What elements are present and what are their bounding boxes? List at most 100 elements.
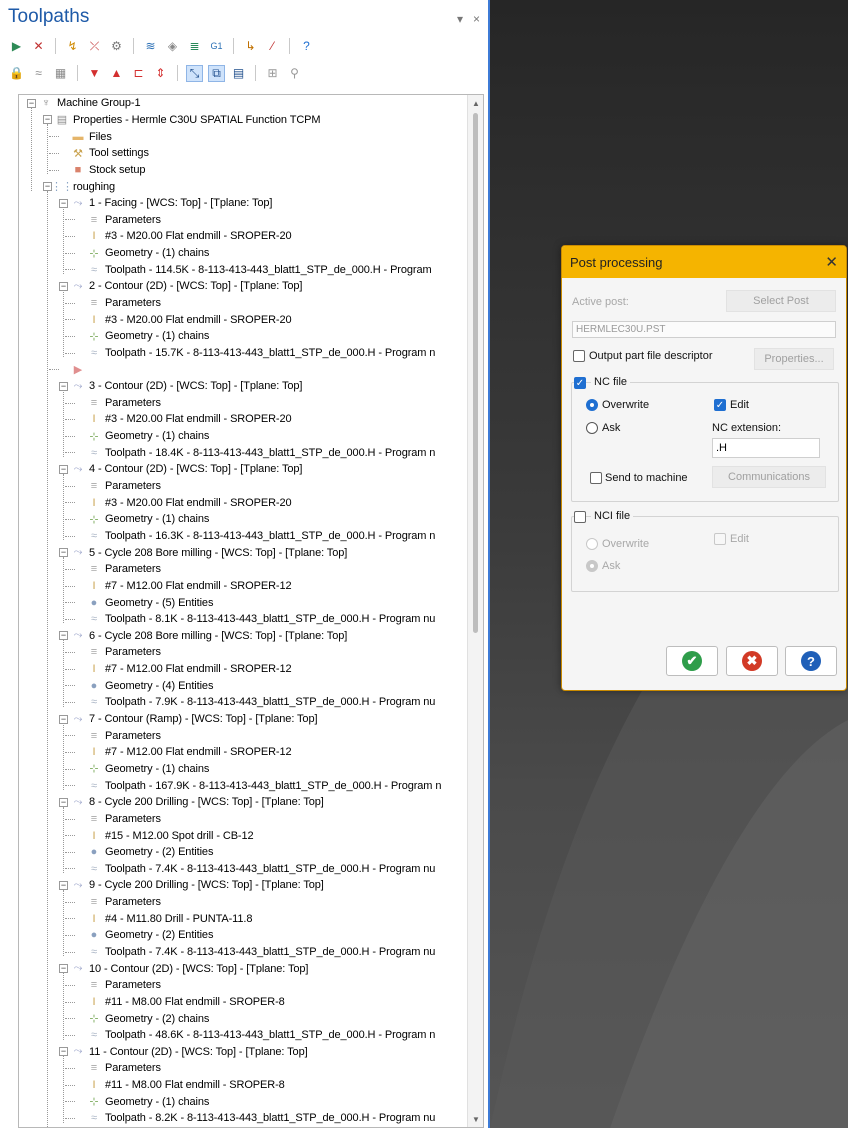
collapse-toggle[interactable]: − (59, 464, 68, 474)
help-icon[interactable]: ? (298, 38, 315, 55)
send-to-machine-checkbox[interactable] (590, 472, 602, 484)
operation-row[interactable]: − ⤳ 7 - Contour (Ramp) - [WCS: Top] - [Tpl… (19, 711, 467, 728)
nc-extension-input[interactable]: .H (712, 438, 820, 458)
tree-row[interactable]: ≡ Parameters (19, 561, 467, 578)
tree-row[interactable]: ⊹ Geometry - (1) chains (19, 1093, 467, 1110)
tree-row[interactable]: ⊹ Geometry - (1) chains (19, 245, 467, 262)
tree-row[interactable]: Ι #7 - M12.00 Flat endmill - SROPER-12 (19, 744, 467, 761)
backplot-icon[interactable]: ≋ (142, 38, 159, 55)
operation-row[interactable]: − ⤳ 11 - Contour (2D) - [WCS: Top] - [Tpla… (19, 1044, 467, 1061)
collapse-toggle[interactable]: − (59, 381, 68, 391)
collapse-toggle[interactable]: − (59, 797, 68, 807)
display-only-selected-icon[interactable]: ⤡ (186, 64, 203, 82)
tree-row[interactable]: Ι #3 - M20.00 Flat endmill - SROPER-20 (19, 228, 467, 245)
tree-row[interactable]: ⊹ Geometry - (1) chains (19, 761, 467, 778)
dialog-close-icon[interactable]: ✕ (825, 253, 838, 271)
regenerate-dirty-icon[interactable]: ⤫ (86, 38, 103, 55)
tree-row[interactable]: ≡ Parameters (19, 1060, 467, 1077)
scroll-up-icon[interactable]: ▲ (468, 95, 483, 111)
tree-row[interactable]: − ♆ Machine Group-1 (19, 95, 467, 112)
tree-row[interactable]: ≡ Parameters (19, 977, 467, 994)
cancel-button[interactable]: ✖ (726, 646, 778, 676)
tree-row[interactable]: ≡ Parameters (19, 644, 467, 661)
tree-row[interactable]: Ι #4 - M11.80 Drill - PUNTA-11.8 (19, 910, 467, 927)
tree-row[interactable]: ≈ Toolpath - 167.9K - 8-113-413-443_blatt… (19, 777, 467, 794)
tree-row[interactable]: ≈ Toolpath - 7.4K - 8-113-413-443_blatt1_… (19, 860, 467, 877)
collapse-toggle[interactable]: − (59, 714, 68, 724)
collapse-toggle[interactable]: − (59, 631, 68, 641)
tree-row[interactable]: ≡ Parameters (19, 811, 467, 828)
tree-row[interactable]: ≡ Parameters (19, 295, 467, 312)
tree-row[interactable]: − ⋮⋮ roughing (19, 178, 467, 195)
ok-button[interactable]: ✔ (666, 646, 718, 676)
tree-row[interactable]: Ι #11 - M8.00 Flat endmill - SROPER-8 (19, 1077, 467, 1094)
toggle-display-icon[interactable]: ≈ (30, 65, 47, 82)
tree-row[interactable]: ⊹ Geometry - (1) chains (19, 328, 467, 345)
deselect-operations-icon[interactable]: ✕ (30, 38, 47, 55)
tree-row[interactable]: ≈ Toolpath - 15.7K - 8-113-413-443_blatt1… (19, 345, 467, 362)
nci-file-checkbox[interactable] (574, 511, 586, 523)
tree-row[interactable]: ≈ Toolpath - 16.3K - 8-113-413-443_blatt1… (19, 528, 467, 545)
nc-file-checkbox[interactable]: ✓ (574, 377, 586, 389)
operation-row[interactable]: − ⤳ 1 - Facing - [WCS: Top] - [Tplane: Top… (19, 195, 467, 212)
tree-row[interactable]: ≈ Toolpath - 8.1K - 8-113-413-443_blatt1_… (19, 611, 467, 628)
operation-row[interactable]: − ⤳ 9 - Cycle 200 Drilling - [WCS: Top] - … (19, 877, 467, 894)
operation-row[interactable]: − ⤳ 3 - Contour (2D) - [WCS: Top] - [Tplan… (19, 378, 467, 395)
scroll-down-icon[interactable]: ▼ (468, 1111, 483, 1127)
tree-row[interactable]: ■ Stock setup (19, 162, 467, 179)
verify-icon[interactable]: ◈ (164, 38, 181, 55)
tree-row[interactable]: Ι #11 - M8.00 Flat endmill - SROPER-8 (19, 994, 467, 1011)
tree-row[interactable]: ⚒ Tool settings (19, 145, 467, 162)
move-up-icon[interactable]: ▲ (108, 65, 125, 82)
tree-row[interactable]: Ι #3 - M20.00 Flat endmill - SROPER-20 (19, 411, 467, 428)
operation-row[interactable]: − ⤳ 5 - Cycle 208 Bore milling - [WCS: Top… (19, 544, 467, 561)
insert-arrow-icon[interactable]: ⊏ (130, 65, 147, 82)
optimize-icon[interactable]: ⚲ (286, 65, 303, 82)
tree-row[interactable]: ≡ Parameters (19, 894, 467, 911)
tree-row[interactable]: ≈ Toolpath - 48.6K - 8-113-413-443_blatt1… (19, 1027, 467, 1044)
tree-row[interactable]: ⊹ Geometry - (1) chains (19, 511, 467, 528)
tree-row[interactable]: ▬ Files (19, 128, 467, 145)
display-options-icon[interactable]: ▤ (230, 65, 247, 82)
simulator-icon[interactable]: ≣ (186, 38, 203, 55)
tree-row[interactable]: ≈ Toolpath - 114.5K - 8-113-413-443_blatt… (19, 261, 467, 278)
collapse-toggle[interactable]: − (59, 880, 68, 890)
post-selected-icon[interactable]: ↳ (242, 38, 259, 55)
collapse-toggle[interactable]: − (59, 964, 68, 974)
tree-row[interactable]: ≈ Toolpath - 8.2K - 8-113-413-443_blatt1_… (19, 1110, 467, 1127)
operation-row[interactable]: − ⤳ 2 - Contour (2D) - [WCS: Top] - [Tplan… (19, 278, 467, 295)
properties-button[interactable]: Properties... (754, 348, 834, 370)
tree-row[interactable]: Ι #3 - M20.00 Flat endmill - SROPER-20 (19, 311, 467, 328)
tree-row[interactable]: ● Geometry - (4) Entities (19, 677, 467, 694)
tree-row[interactable]: ● Geometry - (5) Entities (19, 594, 467, 611)
lock-icon[interactable]: 🔒 (8, 65, 25, 82)
tree-row[interactable]: ≈ Toolpath - 7.4K - 8-113-413-443_blatt1_… (19, 944, 467, 961)
select-post-button[interactable]: Select Post (726, 290, 836, 312)
tree-row[interactable]: ≈ Toolpath - 7.9K - 8-113-413-443_blatt1_… (19, 694, 467, 711)
tree-row[interactable]: ≡ Parameters (19, 211, 467, 228)
regenerate-selected-icon[interactable]: ↯ (64, 38, 81, 55)
tree-row[interactable]: ▶ (19, 361, 467, 378)
g1-post-icon[interactable]: G1 (208, 38, 225, 55)
tree-row[interactable]: ≡ Parameters (19, 478, 467, 495)
simulate-toolpath-icon[interactable]: ⚙ (108, 38, 125, 55)
tree-row[interactable]: ≡ Parameters (19, 395, 467, 412)
communications-button[interactable]: Communications (712, 466, 826, 488)
display-only-selected-group-icon[interactable]: ⧉ (208, 64, 225, 82)
nc-edit-checkbox[interactable]: ✓ (714, 399, 726, 411)
collapse-toggle[interactable]: − (59, 1047, 68, 1057)
operation-row[interactable]: − ⤳ 8 - Cycle 200 Drilling - [WCS: Top] - … (19, 794, 467, 811)
scroll-thumb[interactable] (473, 113, 478, 633)
nc-ask-radio[interactable] (586, 422, 598, 434)
nc-overwrite-radio[interactable] (586, 399, 598, 411)
tree-row[interactable]: ● Geometry - (2) Entities (19, 927, 467, 944)
help-button[interactable]: ? (785, 646, 837, 676)
operations-tree[interactable]: − ♆ Machine Group-1− ▤ Properties - Hermle C… (18, 94, 484, 1128)
operation-row[interactable]: − ⤳ 10 - Contour (2D) - [WCS: Top] - [Tpla… (19, 960, 467, 977)
tree-row[interactable]: Ι #7 - M12.00 Flat endmill - SROPER-12 (19, 578, 467, 595)
tree-row[interactable]: Ι #7 - M12.00 Flat endmill - SROPER-12 (19, 661, 467, 678)
panel-close-icon[interactable]: × (473, 12, 480, 26)
tree-row[interactable]: − ▤ Properties - Hermle C30U SPATIAL Funct… (19, 112, 467, 129)
select-all-operations-icon[interactable]: ▶ (8, 38, 25, 55)
toggle-posting-icon[interactable]: ▦ (52, 65, 69, 82)
